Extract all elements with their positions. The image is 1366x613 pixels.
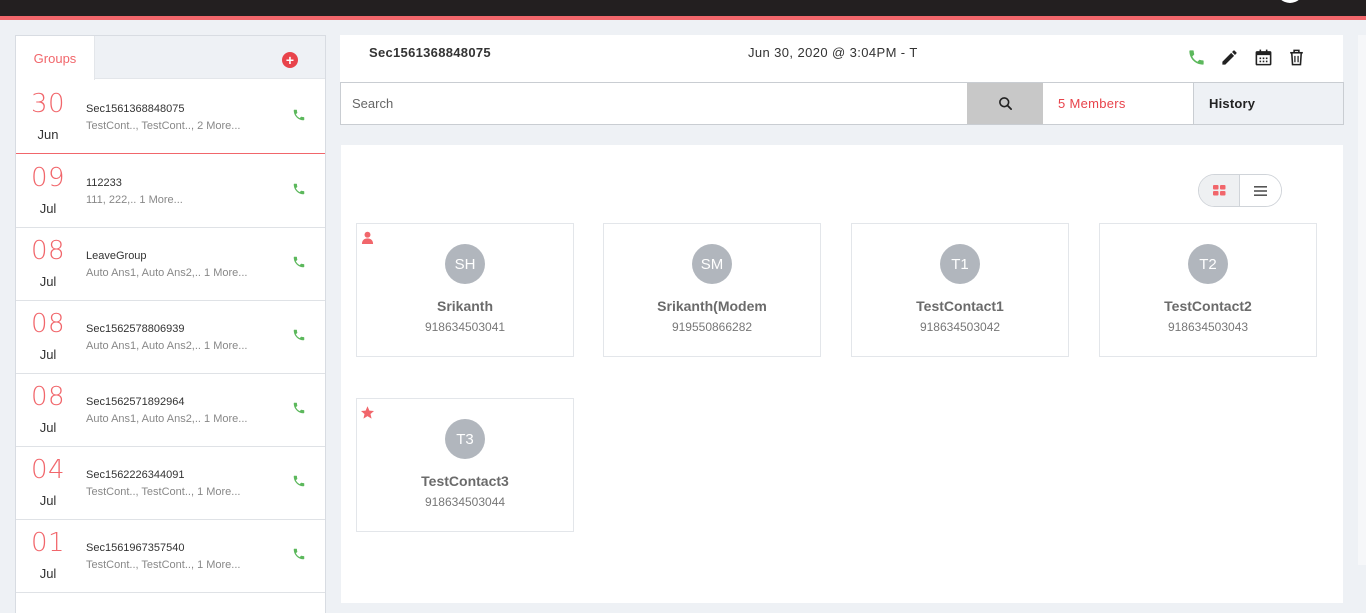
group-date-day: 04 [30, 455, 66, 485]
group-date-month: Jul [39, 566, 57, 581]
avatar: SM [692, 244, 732, 284]
list-icon [1254, 185, 1267, 196]
member-phone: 919550866282 [671, 320, 753, 334]
group-members-preview: Auto Ans1, Auto Ans2,.. 1 More... [86, 340, 248, 352]
phone-icon[interactable] [292, 108, 306, 122]
member-phone: 918634503042 [919, 320, 1001, 334]
group-date-day: 30 [30, 89, 66, 119]
member-phone: 918634503044 [424, 495, 506, 509]
phone-icon[interactable] [292, 255, 306, 269]
member-card[interactable]: T3 TestContact3 918634503044 [356, 398, 574, 532]
group-title: Sec1561368848075 [369, 45, 491, 60]
group-date-day: 08 [30, 382, 66, 412]
member-card[interactable]: SH Srikanth 918634503041 [356, 223, 574, 357]
search-icon [998, 97, 1012, 110]
group-name: Sec1562578806939 [86, 323, 185, 335]
view-toggle [1198, 174, 1282, 207]
members-panel: SH Srikanth 918634503041 SM Srikanth(Mod… [341, 145, 1343, 603]
phone-icon[interactable] [292, 182, 306, 196]
group-list-item[interactable]: 08 Jul Sec1562578806939 Auto Ans1, Auto … [16, 301, 325, 374]
calendar-icon[interactable] [1254, 48, 1273, 67]
group-list-item[interactable]: 04 Jul Sec1562226344091 TestCont.., Test… [16, 447, 325, 520]
member-name: Srikanth(Modem [657, 298, 767, 314]
group-name: 112233 [86, 177, 122, 189]
trash-icon[interactable] [1287, 48, 1306, 67]
group-date-month: Jul [39, 493, 57, 508]
member-card[interactable]: T2 TestContact2 918634503043 [1099, 223, 1317, 357]
group-name: Sec1562571892964 [86, 396, 185, 408]
search-bar: 5 Members History [340, 82, 1344, 125]
group-datetime: Jun 30, 2020 @ 3:04PM - T [748, 45, 918, 60]
group-date-day: 08 [30, 309, 66, 339]
group-date-month: Jul [39, 201, 57, 216]
tab-history[interactable]: History [1194, 83, 1343, 124]
member-name: TestContact3 [421, 473, 509, 489]
group-name: Sec1561967357540 [86, 542, 185, 554]
group-date-month: Jun [37, 127, 59, 142]
group-name: Sec1562226344091 [86, 469, 185, 481]
avatar: T1 [940, 244, 980, 284]
group-members-preview: TestCont.., TestCont.., 1 More... [86, 486, 241, 498]
phone-icon[interactable] [292, 401, 306, 415]
group-name: Sec1561368848075 [86, 103, 185, 115]
group-date-month: Jul [39, 420, 57, 435]
group-date-day: 09 [30, 163, 66, 193]
group-members-preview: TestCont.., TestCont.., 1 More... [86, 559, 241, 571]
group-list-item[interactable]: 30 Jun Sec1561368848075 TestCont.., Test… [16, 81, 325, 154]
person-icon [361, 231, 374, 244]
avatar: T2 [1188, 244, 1228, 284]
list-view-button[interactable] [1240, 175, 1281, 206]
group-list-item[interactable]: 09 Jul 112233 111, 222,.. 1 More... [16, 155, 325, 228]
phone-icon[interactable] [292, 547, 306, 561]
group-members-preview: Auto Ans1, Auto Ans2,.. 1 More... [86, 413, 248, 425]
phone-icon[interactable] [1187, 48, 1206, 67]
plus-circle-icon[interactable]: + [282, 52, 298, 68]
search-input[interactable] [341, 83, 967, 124]
group-date-month: Jul [39, 274, 57, 289]
group-date-day: 08 [30, 236, 66, 266]
tab-groups[interactable]: Groups [16, 36, 95, 80]
phone-icon[interactable] [292, 328, 306, 342]
pencil-icon[interactable] [1220, 48, 1239, 67]
sidebar-header: Groups + [16, 36, 325, 80]
group-date-day: 01 [30, 528, 66, 558]
group-members-preview: TestCont.., TestCont.., 2 More... [86, 120, 241, 132]
member-name: TestContact2 [1164, 298, 1252, 314]
member-card[interactable]: T1 TestContact1 918634503042 [851, 223, 1069, 357]
group-name: LeaveGroup [86, 250, 147, 262]
phone-icon[interactable] [292, 474, 306, 488]
group-list-item[interactable]: 01 Jul Sec1561967357540 TestCont.., Test… [16, 520, 325, 593]
grid-icon [1212, 185, 1225, 196]
groups-sidebar: Groups + 30 Jun Sec1561368848075 TestCon… [15, 35, 326, 613]
member-phone: 918634503043 [1167, 320, 1249, 334]
scrollbar[interactable] [1358, 35, 1366, 565]
group-members-preview: 111, 222,.. 1 More... [86, 194, 183, 206]
avatar: SH [445, 244, 485, 284]
member-name: TestContact1 [916, 298, 1004, 314]
tab-members[interactable]: 5 Members [1043, 83, 1194, 124]
topbar-accent-line [0, 16, 1366, 20]
group-date-month: Jul [39, 347, 57, 362]
avatar: T3 [445, 419, 485, 459]
group-list-item[interactable]: 08 Jul Sec1562571892964 Auto Ans1, Auto … [16, 374, 325, 447]
user-avatar[interactable] [1276, 0, 1304, 3]
group-members-preview: Auto Ans1, Auto Ans2,.. 1 More... [86, 267, 248, 279]
star-icon [361, 406, 374, 419]
app-topbar [0, 0, 1366, 16]
grid-view-button[interactable] [1199, 175, 1240, 206]
member-card[interactable]: SM Srikanth(Modem 919550866282 [603, 223, 821, 357]
member-name: Srikanth [436, 298, 493, 314]
group-header: Sec1561368848075 Jun 30, 2020 @ 3:04PM -… [340, 35, 1343, 82]
group-list-item[interactable]: 08 Jul LeaveGroup Auto Ans1, Auto Ans2,.… [16, 228, 325, 301]
member-phone: 918634503041 [424, 320, 506, 334]
search-button[interactable] [967, 83, 1043, 124]
